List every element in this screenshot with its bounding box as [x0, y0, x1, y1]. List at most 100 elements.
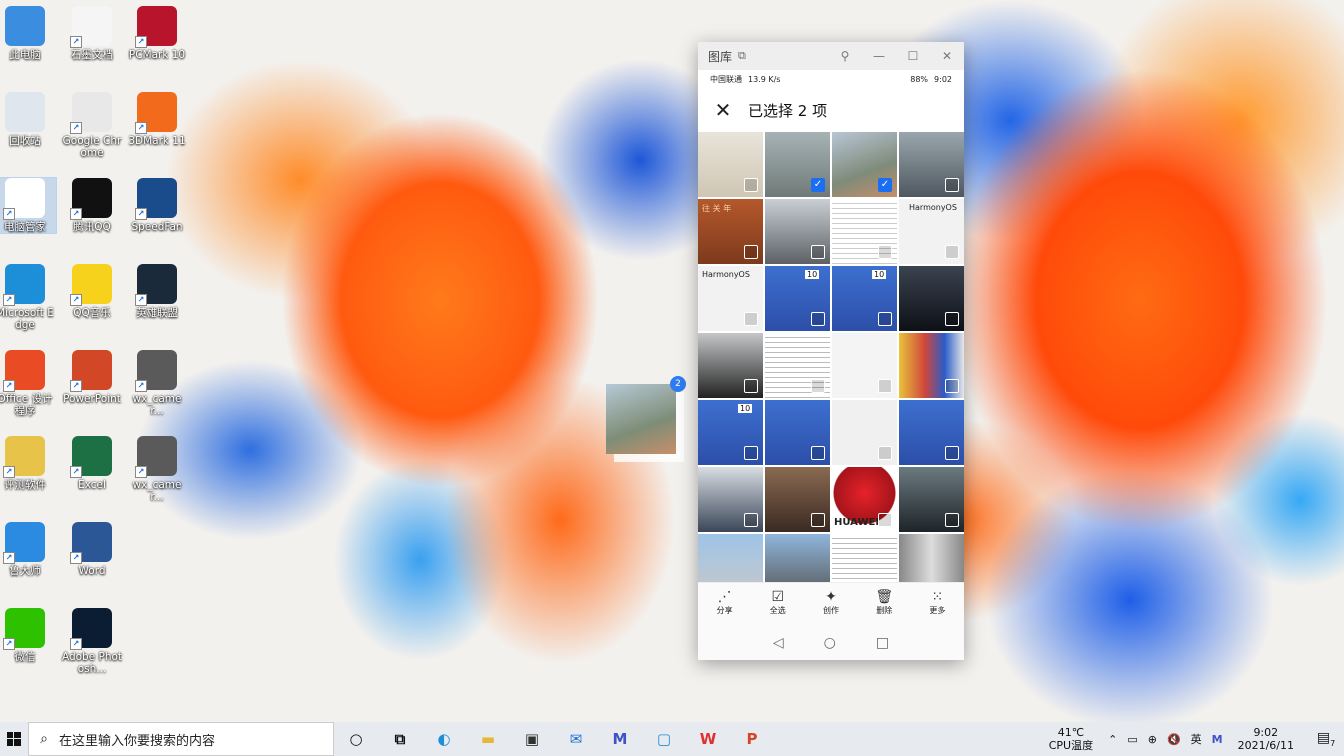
recents-nav-icon[interactable]: □: [876, 635, 889, 651]
photo-checkbox[interactable]: [744, 379, 758, 393]
multi-window-icon[interactable]: ⧉: [738, 49, 746, 63]
desktop-icon[interactable]: ↗ PCMark 10: [126, 6, 188, 61]
photo-thumb[interactable]: [899, 132, 964, 197]
photo-checkbox[interactable]: [744, 178, 758, 192]
photo-checkbox[interactable]: [744, 513, 758, 527]
maximize-button[interactable]: ☐: [896, 49, 930, 63]
battery-icon[interactable]: ▭: [1122, 733, 1142, 746]
photo-checkbox[interactable]: [744, 312, 758, 326]
mail-icon[interactable]: ✉: [554, 722, 598, 756]
photo-checkbox[interactable]: [878, 446, 892, 460]
photo-thumb[interactable]: HarmonyOS: [698, 266, 763, 331]
desktop-icon[interactable]: ↗ Google Chrome: [61, 92, 123, 159]
photo-thumb[interactable]: [832, 199, 897, 264]
desktop-icon[interactable]: ↗ Excel: [61, 436, 123, 491]
photo-thumb[interactable]: [899, 333, 964, 398]
desktop-icon[interactable]: ↗ SpeedFan: [126, 178, 188, 233]
photo-checkbox[interactable]: [945, 178, 959, 192]
desktop-icon[interactable]: ↗ 英雄联盟: [126, 264, 188, 319]
photo-checkbox[interactable]: [945, 513, 959, 527]
notification-center-button[interactable]: ▤7: [1308, 730, 1344, 748]
photo-thumb[interactable]: [899, 534, 964, 582]
minimize-button[interactable]: —: [862, 49, 896, 63]
desktop-icon[interactable]: ↗ Adobe Photosh...: [61, 608, 123, 675]
photo-thumb[interactable]: 往 关 年: [698, 199, 763, 264]
photo-checkbox[interactable]: [744, 446, 758, 460]
cpu-temp-widget[interactable]: 41℃ CPU温度: [1039, 726, 1103, 752]
edge-icon[interactable]: ◐: [422, 722, 466, 756]
gallery-window[interactable]: 图库 ⧉ ⚲ — ☐ ✕ 中国联通 13.9 K/s 88% 9:02 ✕ 已选…: [698, 42, 964, 660]
photo-thumb[interactable]: [832, 534, 897, 582]
photo-thumb[interactable]: [832, 400, 897, 465]
home-nav-icon[interactable]: ○: [824, 635, 836, 651]
photo-thumb[interactable]: HUAWEI: [832, 467, 897, 532]
photo-checkbox[interactable]: [878, 245, 892, 259]
close-button[interactable]: ✕: [930, 49, 964, 63]
desktop-icon[interactable]: ↗ Word: [61, 522, 123, 577]
photo-checkbox[interactable]: [945, 446, 959, 460]
desktop-icon[interactable]: ↗ 鲁大师: [0, 522, 56, 577]
photo-thumb[interactable]: [765, 534, 830, 582]
pin-icon[interactable]: ⚲: [828, 49, 862, 63]
photo-thumb[interactable]: 10: [832, 266, 897, 331]
desktop-icon[interactable]: ↗ wx_camer...: [126, 436, 188, 503]
clock[interactable]: 9:02 2021/6/11: [1228, 726, 1308, 752]
chevron-up-icon[interactable]: ⌃: [1103, 733, 1122, 746]
delete-button[interactable]: 🗑 删除: [858, 583, 911, 627]
photo-checkbox[interactable]: [945, 312, 959, 326]
powerpoint-icon[interactable]: P: [730, 722, 774, 756]
desktop-icon[interactable]: ↗ 电脑管家: [0, 177, 57, 234]
select-all-button[interactable]: ☑ 全选: [751, 583, 804, 627]
desktop-icon[interactable]: ↗ 腾讯QQ: [61, 178, 123, 233]
cancel-selection-icon[interactable]: ✕: [698, 98, 748, 122]
photo-thumb[interactable]: [899, 266, 964, 331]
pc-manager-icon[interactable]: M: [598, 722, 642, 756]
desktop-icon[interactable]: 回收站: [0, 92, 56, 147]
photo-checkbox[interactable]: [811, 245, 825, 259]
photo-checkbox[interactable]: [945, 379, 959, 393]
photo-thumb[interactable]: [698, 132, 763, 197]
photo-thumb[interactable]: [899, 400, 964, 465]
network-globe-icon[interactable]: ⊕: [1143, 733, 1162, 746]
photo-thumb[interactable]: [698, 534, 763, 582]
photo-thumb[interactable]: HarmonyOS: [899, 199, 964, 264]
photo-thumb[interactable]: [698, 333, 763, 398]
photo-checkbox[interactable]: [878, 379, 892, 393]
photo-thumb[interactable]: ✓: [765, 132, 830, 197]
photo-thumb[interactable]: [698, 467, 763, 532]
volume-muted-icon[interactable]: 🔇: [1162, 733, 1186, 746]
cortana-icon[interactable]: ○: [334, 722, 378, 756]
file-explorer-icon[interactable]: ▬: [466, 722, 510, 756]
desktop-icon[interactable]: ↗ 3DMark 11: [126, 92, 188, 147]
photo-thumb[interactable]: [899, 467, 964, 532]
create-button[interactable]: ✦ 创作: [804, 583, 857, 627]
photo-thumb[interactable]: [765, 467, 830, 532]
share-button[interactable]: ⋰ 分享: [698, 583, 751, 627]
desktop-icon[interactable]: ↗ 评测软件: [0, 436, 56, 491]
connect-icon[interactable]: ▢: [642, 722, 686, 756]
taskbar-search[interactable]: ⌕ 在这里输入你要搜索的内容: [28, 722, 334, 756]
photo-checkbox[interactable]: [811, 379, 825, 393]
photo-checkbox-checked[interactable]: ✓: [878, 178, 892, 192]
photo-checkbox[interactable]: [878, 312, 892, 326]
window-titlebar[interactable]: 图库 ⧉ ⚲ — ☐ ✕: [698, 42, 964, 70]
photo-checkbox[interactable]: [811, 312, 825, 326]
photo-checkbox[interactable]: [744, 245, 758, 259]
photo-thumb[interactable]: ✓: [832, 132, 897, 197]
photo-checkbox[interactable]: [811, 513, 825, 527]
photo-thumb[interactable]: [832, 333, 897, 398]
desktop-icon[interactable]: ↗ 石墨文档: [61, 6, 123, 61]
photo-thumb[interactable]: [765, 199, 830, 264]
more-button[interactable]: ⁙ 更多: [911, 583, 964, 627]
pc-manager-tray-icon[interactable]: M: [1207, 733, 1228, 746]
desktop-icon[interactable]: ↗ PowerPoint: [61, 350, 123, 405]
back-nav-icon[interactable]: ◁: [773, 635, 784, 651]
start-button[interactable]: [0, 722, 28, 756]
wps-icon[interactable]: W: [686, 722, 730, 756]
desktop-icon[interactable]: ↗ wx_camer...: [126, 350, 188, 417]
photo-grid[interactable]: ✓ ✓ 往 关 年 HarmonyOS HarmonyOS 10 10 10 H…: [698, 132, 964, 582]
desktop-icon[interactable]: ↗ Office 设计 程序: [0, 350, 56, 417]
photo-checkbox[interactable]: [878, 513, 892, 527]
ime-indicator[interactable]: 英: [1186, 731, 1207, 747]
photo-checkbox[interactable]: [945, 245, 959, 259]
